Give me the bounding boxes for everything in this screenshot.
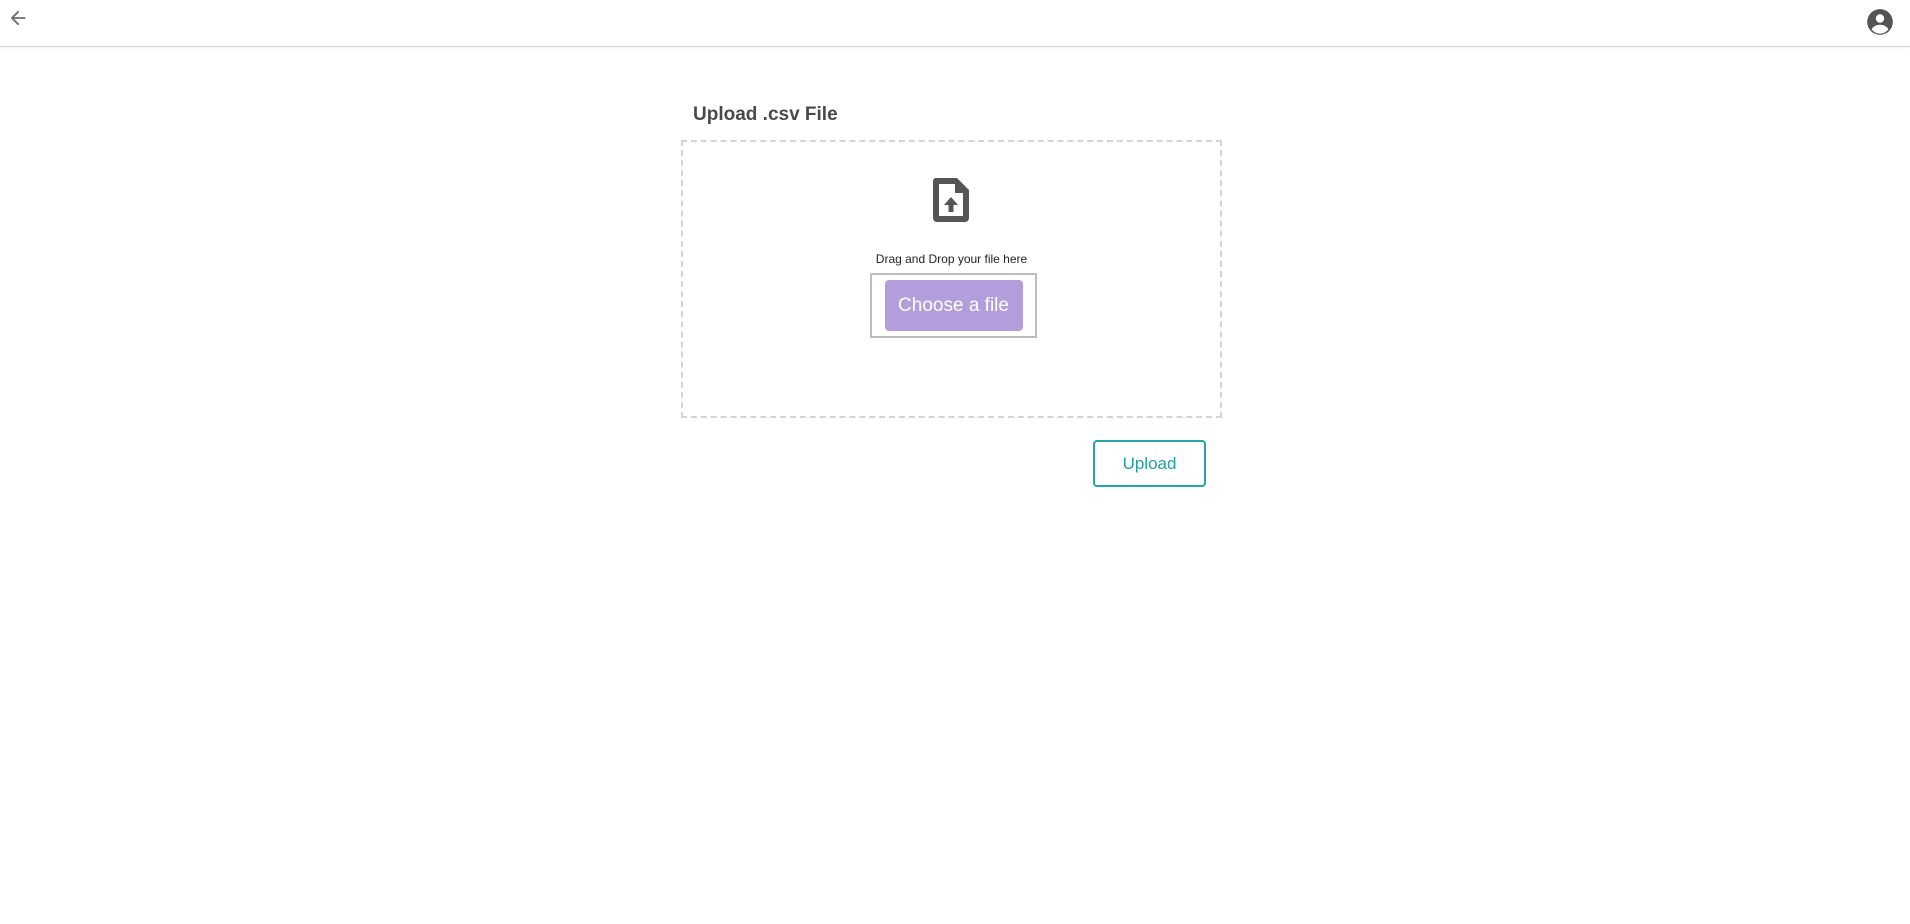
upload-button[interactable]: Upload [1093,440,1206,487]
file-dropzone[interactable]: Drag and Drop your file here Choose a fi… [681,140,1222,418]
file-upload-icon [932,178,969,222]
choose-file-wrapper: Choose a file [870,273,1037,338]
top-app-bar [0,0,1910,47]
choose-file-button[interactable]: Choose a file [884,280,1023,331]
back-button[interactable] [4,4,32,32]
upload-title: Upload .csv File [693,104,838,125]
arrow-left-icon [10,10,26,26]
drag-drop-hint: Drag and Drop your file here [875,252,1028,266]
account-button[interactable] [1866,8,1894,36]
account-circle-icon [1867,9,1893,35]
